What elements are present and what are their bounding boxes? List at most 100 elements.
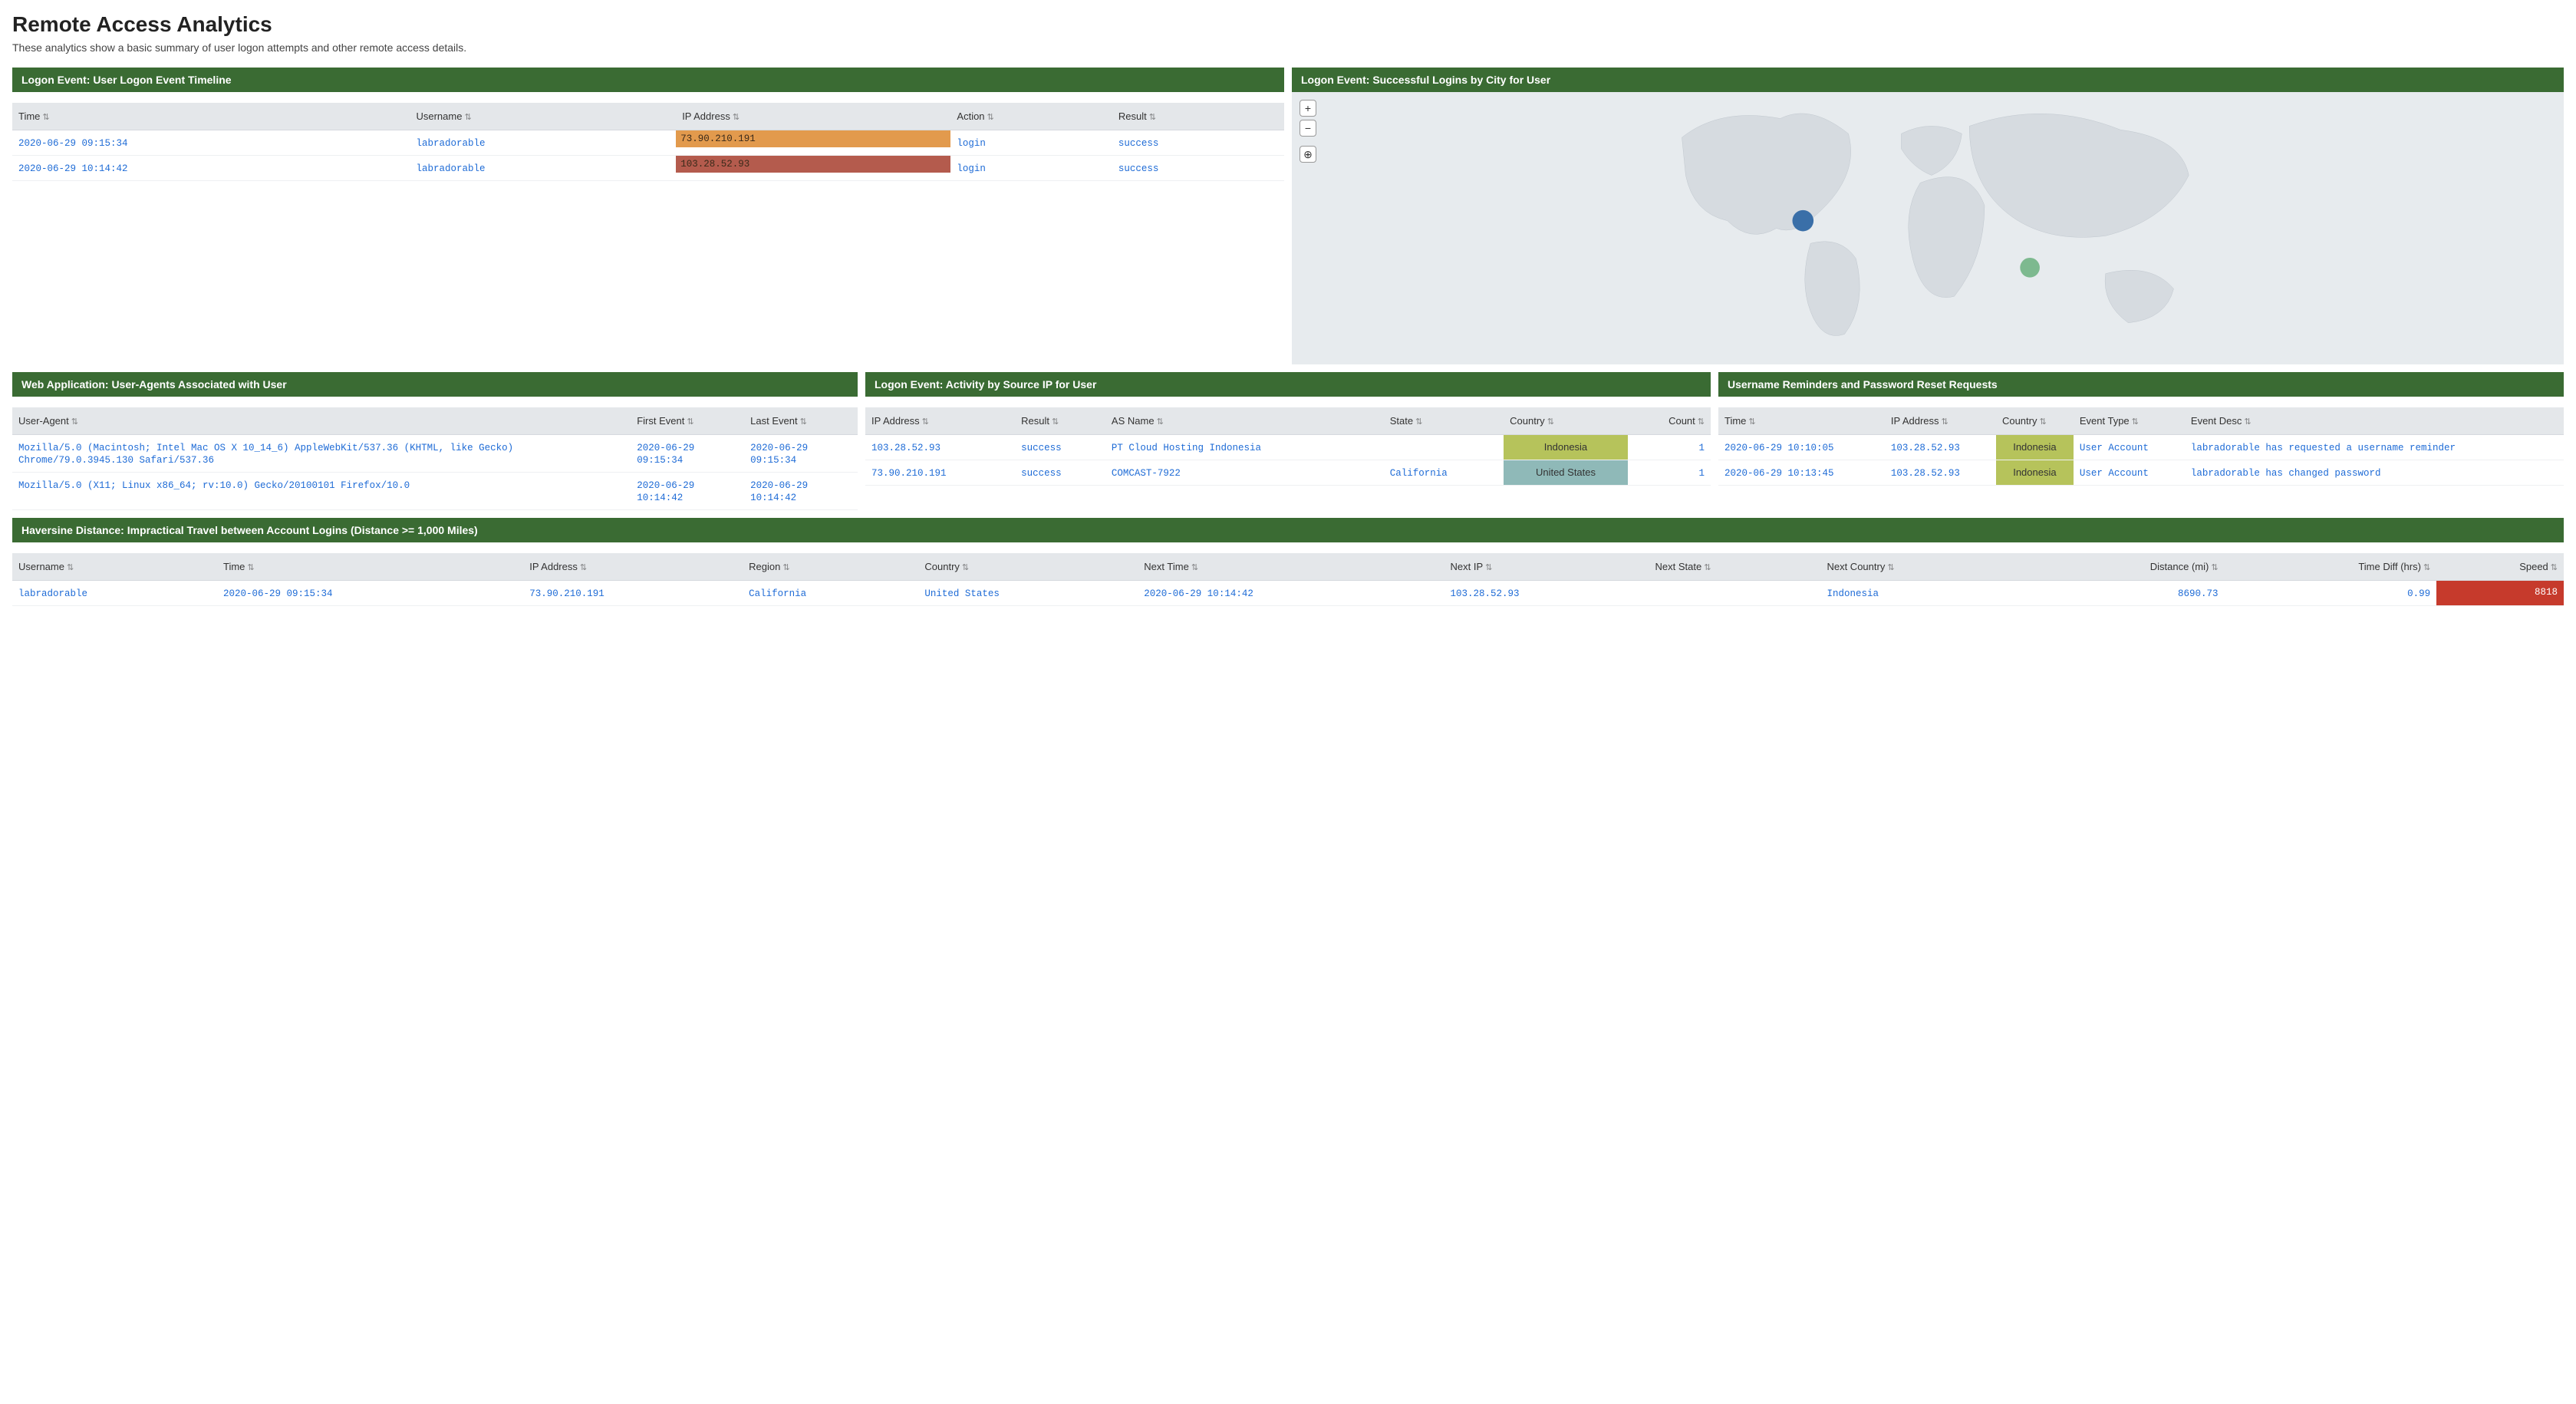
column-header[interactable]: IP Address⇅: [676, 103, 950, 130]
time-link[interactable]: 2020-06-29 09:15:34: [223, 588, 333, 599]
next-ip-link[interactable]: 103.28.52.93: [1451, 588, 1520, 599]
column-header[interactable]: IP Address⇅: [1885, 407, 1996, 435]
map-locate-button[interactable]: ⊕: [1300, 146, 1316, 163]
sort-icon[interactable]: ⇅: [1149, 112, 1156, 122]
sort-icon[interactable]: ⇅: [1942, 417, 1948, 427]
column-header[interactable]: Country⇅: [1504, 407, 1628, 435]
sort-icon[interactable]: ⇅: [247, 562, 254, 572]
sort-icon[interactable]: ⇅: [1415, 417, 1422, 427]
sort-icon[interactable]: ⇅: [67, 562, 74, 572]
sort-icon[interactable]: ⇅: [1485, 562, 1492, 572]
column-header[interactable]: Username⇅: [12, 553, 217, 581]
as-name-link[interactable]: PT Cloud Hosting Indonesia: [1112, 443, 1261, 453]
column-header[interactable]: Result⇅: [1015, 407, 1105, 435]
sort-icon[interactable]: ⇅: [800, 417, 807, 427]
time-link[interactable]: 2020-06-29 09:15:34: [18, 138, 128, 149]
column-header[interactable]: IP Address⇅: [865, 407, 1015, 435]
sort-icon[interactable]: ⇅: [2211, 562, 2218, 572]
column-header[interactable]: Next IP⇅: [1444, 553, 1649, 581]
sort-icon[interactable]: ⇅: [2132, 417, 2139, 427]
ip-address-link[interactable]: 103.28.52.93: [1891, 468, 1960, 479]
user-agent-link[interactable]: Mozilla/5.0 (Macintosh; Intel Mac OS X 1…: [18, 443, 513, 466]
column-header[interactable]: Time⇅: [217, 553, 523, 581]
region-link[interactable]: California: [749, 588, 806, 599]
column-header[interactable]: Time⇅: [12, 103, 410, 130]
column-header[interactable]: First Event⇅: [631, 407, 744, 435]
ip-address-link[interactable]: 103.28.52.93: [1891, 443, 1960, 453]
state-link[interactable]: California: [1390, 468, 1448, 479]
result-link[interactable]: success: [1118, 163, 1159, 174]
ip-address-link[interactable]: 103.28.52.93: [871, 443, 940, 453]
column-header[interactable]: Next Country⇅: [1820, 553, 2021, 581]
time-link[interactable]: 2020-06-29 10:13:45: [1724, 468, 1834, 479]
username-link[interactable]: labradorable: [416, 163, 485, 174]
column-header[interactable]: Region⇅: [743, 553, 918, 581]
sort-icon[interactable]: ⇅: [2423, 562, 2430, 572]
sort-icon[interactable]: ⇅: [71, 417, 78, 427]
sort-icon[interactable]: ⇅: [2244, 417, 2251, 427]
last-event-link[interactable]: 2020-06-29 09:15:34: [750, 443, 808, 466]
count-link[interactable]: 1: [1698, 443, 1705, 453]
action-link[interactable]: login: [957, 163, 986, 174]
sort-icon[interactable]: ⇅: [42, 112, 49, 122]
column-header[interactable]: Country⇅: [918, 553, 1138, 581]
column-header[interactable]: Count⇅: [1628, 407, 1711, 435]
result-link[interactable]: success: [1021, 443, 1062, 453]
username-link[interactable]: labradorable: [18, 588, 87, 599]
country-link[interactable]: United States: [924, 588, 1000, 599]
column-header[interactable]: Result⇅: [1112, 103, 1284, 130]
as-name-link[interactable]: COMCAST-7922: [1112, 468, 1181, 479]
user-agent-link[interactable]: Mozilla/5.0 (X11; Linux x86_64; rv:10.0)…: [18, 480, 410, 491]
sort-icon[interactable]: ⇅: [1052, 417, 1059, 427]
sort-icon[interactable]: ⇅: [464, 112, 471, 122]
time-link[interactable]: 2020-06-29 10:10:05: [1724, 443, 1834, 453]
ip-address-link[interactable]: 73.90.210.191: [871, 468, 947, 479]
column-header[interactable]: Event Desc⇅: [2185, 407, 2564, 435]
event-desc-link[interactable]: labradorable has changed password: [2191, 468, 2381, 479]
column-header[interactable]: IP Address⇅: [523, 553, 743, 581]
column-header[interactable]: Distance (mi)⇅: [2022, 553, 2225, 581]
ip-address-link[interactable]: 73.90.210.191: [529, 588, 604, 599]
column-header[interactable]: State⇅: [1384, 407, 1504, 435]
sort-icon[interactable]: ⇅: [1157, 417, 1164, 427]
map-zoom-in-button[interactable]: +: [1300, 100, 1316, 117]
column-header[interactable]: Last Event⇅: [744, 407, 858, 435]
sort-icon[interactable]: ⇅: [1704, 562, 1711, 572]
time-diff-link[interactable]: 0.99: [2407, 588, 2430, 599]
sort-icon[interactable]: ⇅: [733, 112, 740, 122]
first-event-link[interactable]: 2020-06-29 09:15:34: [637, 443, 694, 466]
sort-icon[interactable]: ⇅: [782, 562, 789, 572]
world-map[interactable]: + − ⊕: [1292, 92, 2564, 364]
sort-icon[interactable]: ⇅: [1547, 417, 1554, 427]
sort-icon[interactable]: ⇅: [1191, 562, 1198, 572]
sort-icon[interactable]: ⇅: [687, 417, 693, 427]
sort-icon[interactable]: ⇅: [2039, 417, 2046, 427]
map-marker-indonesia[interactable]: [2020, 258, 2040, 278]
sort-icon[interactable]: ⇅: [2551, 562, 2558, 572]
sort-icon[interactable]: ⇅: [962, 562, 969, 572]
column-header[interactable]: Next State⇅: [1649, 553, 1821, 581]
first-event-link[interactable]: 2020-06-29 10:14:42: [637, 480, 694, 503]
column-header[interactable]: Event Type⇅: [2074, 407, 2185, 435]
next-time-link[interactable]: 2020-06-29 10:14:42: [1144, 588, 1253, 599]
next-country-link[interactable]: Indonesia: [1827, 588, 1879, 599]
result-link[interactable]: success: [1118, 138, 1159, 149]
count-link[interactable]: 1: [1698, 468, 1705, 479]
column-header[interactable]: User-Agent⇅: [12, 407, 631, 435]
sort-icon[interactable]: ⇅: [922, 417, 929, 427]
column-header[interactable]: Time Diff (hrs)⇅: [2225, 553, 2437, 581]
column-header[interactable]: Next Time⇅: [1138, 553, 1444, 581]
last-event-link[interactable]: 2020-06-29 10:14:42: [750, 480, 808, 503]
column-header[interactable]: AS Name⇅: [1105, 407, 1384, 435]
sort-icon[interactable]: ⇅: [987, 112, 994, 122]
sort-icon[interactable]: ⇅: [1887, 562, 1894, 572]
event-type-link[interactable]: User Account: [2080, 443, 2149, 453]
column-header[interactable]: Action⇅: [950, 103, 1112, 130]
column-header[interactable]: Time⇅: [1718, 407, 1885, 435]
username-link[interactable]: labradorable: [416, 138, 485, 149]
sort-icon[interactable]: ⇅: [1698, 417, 1705, 427]
column-header[interactable]: Username⇅: [410, 103, 676, 130]
map-marker-united-states[interactable]: [1792, 210, 1813, 232]
sort-icon[interactable]: ⇅: [580, 562, 587, 572]
column-header[interactable]: Speed⇅: [2436, 553, 2564, 581]
